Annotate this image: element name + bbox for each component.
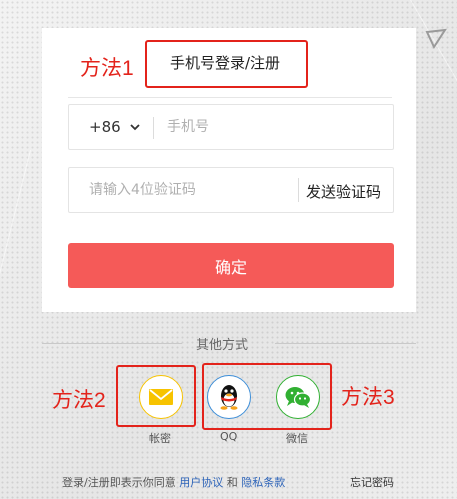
field-separator <box>153 117 154 139</box>
account-password-label: 帐密 <box>149 432 171 445</box>
footer-prefix: 登录/注册即表示你同意 <box>62 476 176 489</box>
annotation-method-1: 方法1 <box>80 57 134 80</box>
phone-input[interactable] <box>167 105 387 149</box>
wechat-icon <box>285 387 312 408</box>
footer-agreement: 登录/注册即表示你同意 用户协议 和 隐私条款 <box>62 474 285 490</box>
mail-icon <box>149 389 173 405</box>
country-code-select[interactable]: +86 <box>89 118 121 136</box>
wechat-login-button[interactable] <box>276 375 320 419</box>
qq-penguin-icon <box>220 385 238 410</box>
qq-label: QQ <box>220 430 238 443</box>
qq-login-button[interactable] <box>207 375 251 419</box>
wechat-label: 微信 <box>286 432 308 445</box>
background-decoration-line <box>410 0 457 104</box>
footer-and: 和 <box>226 476 238 489</box>
verification-code-input[interactable] <box>89 168 294 212</box>
divider-left <box>42 343 182 344</box>
send-code-button[interactable]: 发送验证码 <box>306 181 381 202</box>
chevron-down-icon[interactable] <box>129 121 141 133</box>
user-agreement-link[interactable]: 用户协议 <box>179 476 223 489</box>
code-field: 发送验证码 <box>68 167 394 213</box>
field-separator <box>298 178 299 202</box>
forgot-password-link[interactable]: 忘记密码 <box>350 474 394 490</box>
background-decoration-line <box>0 150 31 471</box>
privacy-policy-link[interactable]: 隐私条款 <box>241 476 285 489</box>
divider-right <box>275 343 416 344</box>
triangle-decoration-icon <box>425 28 447 50</box>
other-methods-title: 其他方式 <box>196 338 249 353</box>
annotation-method-2: 方法2 <box>52 389 106 412</box>
phone-field: +86 <box>68 104 394 150</box>
annotation-method-3: 方法3 <box>341 386 395 409</box>
confirm-button[interactable]: 确定 <box>68 243 394 288</box>
login-card: 方法1 手机号登录/注册 +86 发送验证码 确定 <box>42 28 416 312</box>
account-password-login-button[interactable] <box>139 375 183 419</box>
tab-phone-login[interactable]: 手机号登录/注册 <box>170 52 280 73</box>
